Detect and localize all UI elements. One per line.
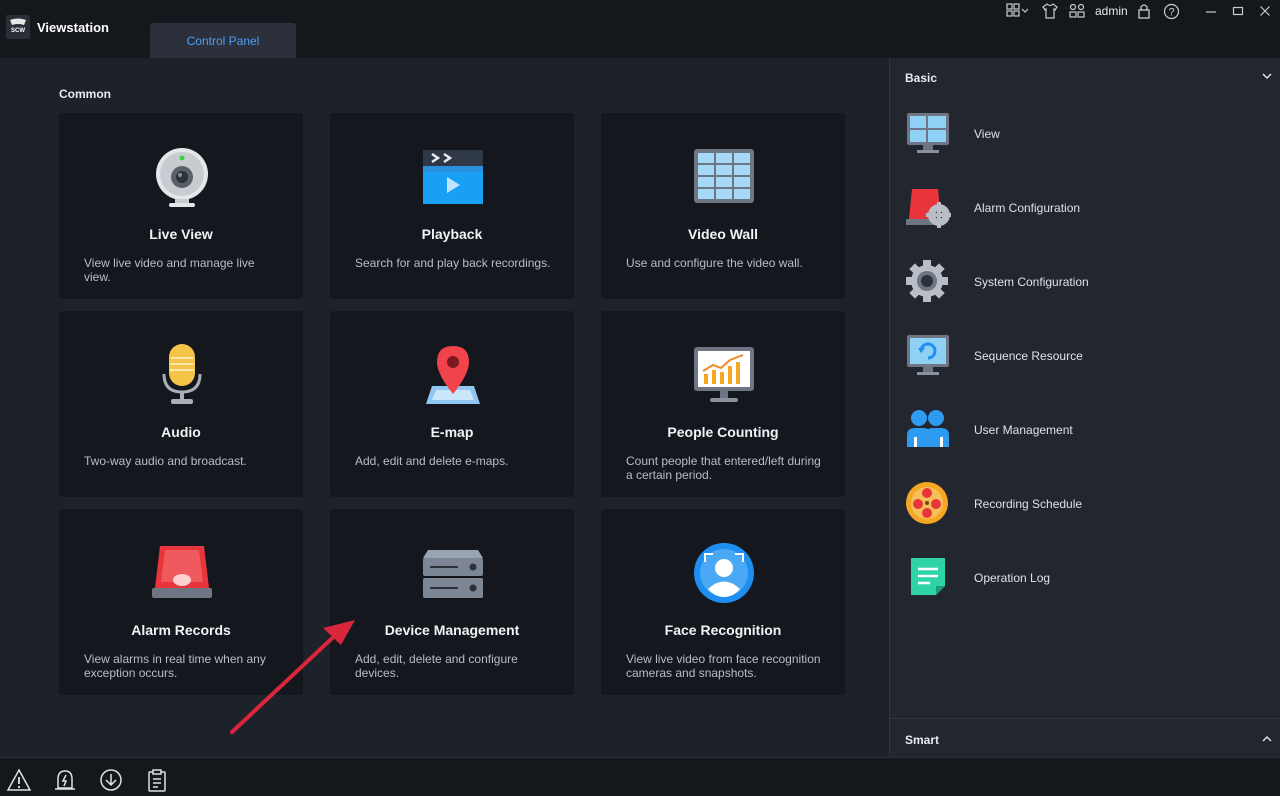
tab-control-panel[interactable]: Control Panel [150,23,296,58]
side-item-user-management[interactable]: User Management [905,404,1265,454]
card-title: Alarm Records [131,622,231,638]
card-title: People Counting [667,424,779,440]
card-device-management[interactable]: Device Management Add, edit, delete and … [330,509,574,695]
smart-section-title: Smart [905,733,940,747]
gear-icon [905,259,951,303]
card-desc: Search for and play back recordings. [355,256,551,270]
side-item-label: Recording Schedule [974,497,1083,511]
card-title: E-map [430,424,474,440]
download-icon[interactable] [99,768,123,792]
video-wall-icon [693,146,755,208]
alarm-config-icon [905,185,952,229]
operation-log-icon [905,555,951,599]
card-alarm-records[interactable]: Alarm Records View alarms in real time w… [59,509,303,695]
help-icon[interactable]: ? [1162,2,1180,20]
card-face-recognition[interactable]: Face Recognition View live video from fa… [601,509,845,695]
recording-schedule-icon [905,481,951,525]
alarm-siren-icon [151,542,213,604]
card-people-counting[interactable]: People Counting Count people that entere… [601,311,845,497]
side-item-label: Operation Log [974,571,1051,585]
card-playback[interactable]: Playback Search for and play back record… [330,113,574,299]
card-desc: View live video from face recognition ca… [626,652,821,680]
card-title: Live View [149,226,213,242]
playback-clapper-icon [422,146,484,208]
card-desc: Two-way audio and broadcast. [84,454,247,468]
basic-section-title: Basic [905,71,938,85]
card-desc: View live video and manage live view. [84,256,255,284]
clipboard-icon[interactable] [145,768,169,792]
side-item-system-configuration[interactable]: System Configuration [905,256,1265,306]
main-content: Common Live View View live video and man… [0,58,888,757]
card-title: Audio [161,424,201,440]
side-item-sequence-resource[interactable]: Sequence Resource [905,330,1265,380]
webcam-icon [151,146,213,208]
side-item-label: System Configuration [974,275,1089,289]
bottom-toolbar [0,757,1280,796]
card-title: Face Recognition [664,622,782,638]
side-item-label: Alarm Configuration [974,201,1081,215]
side-item-label: Sequence Resource [974,349,1083,363]
svg-text:SCW: SCW [11,28,25,34]
map-pin-icon [422,344,484,406]
users-network-icon[interactable] [1067,2,1087,20]
section-title-common: Common [59,87,111,101]
microphone-icon [151,344,213,406]
current-user[interactable]: admin [1095,4,1128,18]
maximize-icon[interactable] [1230,2,1246,20]
chevron-up-icon[interactable] [1261,733,1273,745]
side-item-label: View [974,127,1000,141]
card-desc: Add, edit, delete and configure devices. [355,652,518,680]
card-desc: View alarms in real time when any except… [84,652,266,680]
app-logo: SCW [6,15,30,39]
card-title: Playback [421,226,483,242]
theme-shirt-icon[interactable] [1040,2,1060,20]
card-desc: Use and configure the video wall. [626,256,803,270]
svg-text:?: ? [1168,6,1174,18]
card-title: Video Wall [687,226,758,242]
alarm-bell-icon[interactable] [53,768,77,792]
card-title: Device Management [384,622,520,638]
card-video-wall[interactable]: Video Wall Use and configure the video w… [601,113,845,299]
chevron-down-icon[interactable] [1261,70,1273,82]
close-icon[interactable] [1257,2,1273,20]
card-audio[interactable]: Audio Two-way audio and broadcast. [59,311,303,497]
chart-monitor-icon [693,344,755,406]
lock-icon[interactable] [1136,2,1152,20]
side-item-view[interactable]: View [905,108,1265,158]
layout-icon[interactable] [1006,2,1032,20]
minimize-icon[interactable] [1203,2,1219,20]
side-panel: Basic View Alarm Configuration System Co… [889,58,1280,757]
card-desc: Add, edit and delete e-maps. [355,454,509,468]
title-bar: SCW Viewstation Control Panel admin ? [0,0,1280,58]
side-item-recording-schedule[interactable]: Recording Schedule [905,478,1265,528]
server-device-icon [422,542,484,604]
card-live-view[interactable]: Live View View live video and manage liv… [59,113,303,299]
card-desc: Count people that entered/left during a … [626,454,821,482]
view-monitor-icon [905,111,951,155]
sequence-monitor-icon [905,333,951,377]
side-item-operation-log[interactable]: Operation Log [905,552,1265,602]
card-e-map[interactable]: E-map Add, edit and delete e-maps. [330,311,574,497]
user-management-icon [905,407,951,451]
app-title: Viewstation [37,20,110,35]
side-item-label: User Management [974,423,1073,437]
side-item-alarm-configuration[interactable]: Alarm Configuration [905,182,1265,232]
face-recognition-icon [693,542,755,604]
smart-section[interactable]: Smart [890,718,1280,757]
warning-icon[interactable] [7,768,31,792]
